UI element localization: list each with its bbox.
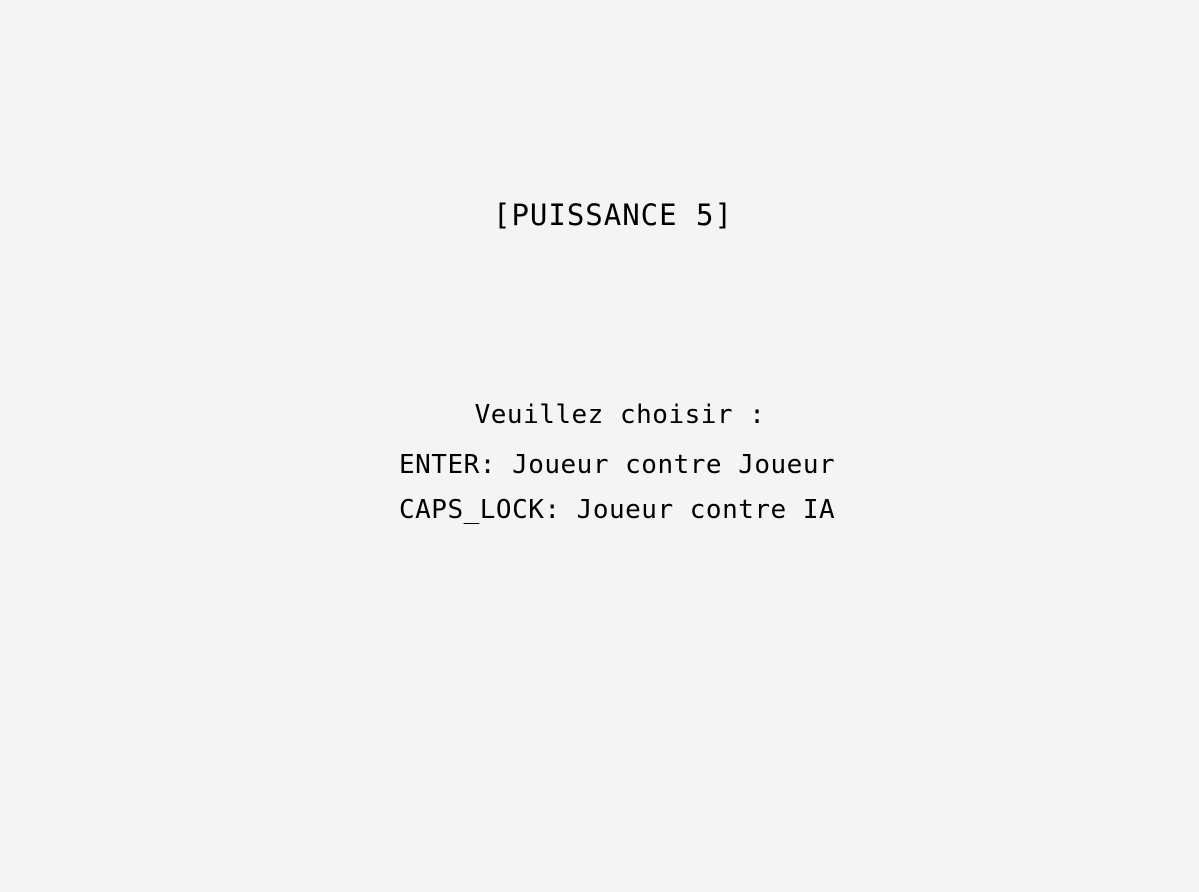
option-player-vs-player[interactable]: ENTER: Joueur contre Joueur: [399, 448, 835, 482]
game-title: [PUISSANCE 5]: [493, 198, 733, 232]
option-player-vs-ai[interactable]: CAPS_LOCK: Joueur contre IA: [399, 493, 835, 527]
choice-prompt: Veuillez choisir :: [474, 400, 766, 430]
game-menu-screen: [PUISSANCE 5] Veuillez choisir : ENTER: …: [0, 0, 1199, 892]
